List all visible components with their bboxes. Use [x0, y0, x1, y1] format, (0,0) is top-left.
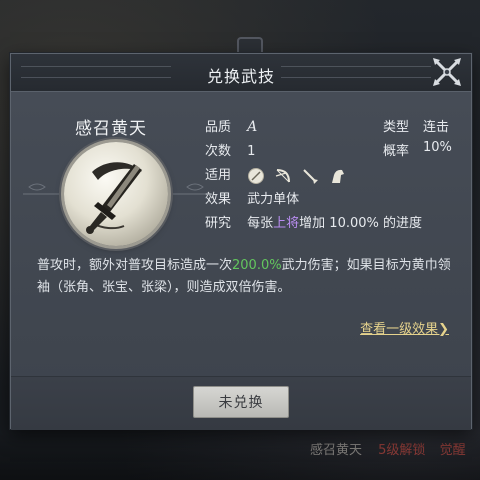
rate-value: 10% [423, 140, 452, 155]
spear-icon [301, 167, 319, 185]
effect-value: 武力单体 [247, 192, 300, 207]
effect-label: 效果 [205, 192, 232, 207]
count-label: 次数 [205, 144, 232, 159]
dialog-title: 兑换武技 [206, 67, 275, 86]
applies-row: 适用 [205, 164, 346, 185]
quality-value: A [247, 119, 258, 135]
rate-label: 概率 [383, 144, 410, 159]
exchange-button[interactable]: 未兑换 [193, 386, 289, 418]
close-button[interactable] [427, 52, 467, 92]
bow-icon [274, 167, 292, 185]
research-label: 研究 [205, 216, 232, 231]
horse-icon [328, 167, 346, 185]
view-level1-effect-link[interactable]: 查看一级效果❯ [360, 318, 449, 337]
exchange-skill-dialog: 兑换武技 感召黄天 品质 A 类型 连击 次数 1 概率 10% 适用 效果 武… [10, 52, 472, 430]
quality-label: 品质 [205, 120, 232, 135]
dialog-header: 兑换武技 [11, 54, 471, 92]
skill-name: 感召黄天 [75, 119, 147, 139]
applies-label: 适用 [205, 168, 232, 183]
count-row: 次数 1 概率 10% [205, 140, 452, 159]
applies-icons [247, 167, 346, 185]
quality-row: 品质 A 类型 连击 [205, 116, 449, 135]
description-part1: 普攻时，额外对普攻目标造成一次 [37, 258, 233, 273]
shield-icon [247, 167, 265, 185]
skill-emblem [64, 142, 168, 246]
background-awaken-text: 觉醒 [439, 443, 466, 458]
sword-emblem-icon [86, 162, 142, 234]
research-row: 研究 每张上将增加 10.00% 的进度 [205, 212, 423, 231]
type-label: 类型 [383, 120, 410, 135]
research-prefix: 每张 [247, 216, 274, 231]
background-unlock-text: 5级解锁 [378, 443, 426, 458]
research-suffix: 增加 10.00% 的进度 [299, 216, 423, 231]
description-highlight: 200.0% [232, 258, 282, 273]
crossed-swords-close-icon [433, 58, 461, 86]
count-value: 1 [247, 144, 256, 159]
research-highlight: 上将 [273, 216, 300, 231]
effect-row: 效果 武力单体 [205, 188, 300, 207]
type-value: 连击 [423, 120, 450, 135]
background-caption: 感召黄天 5级解锁 觉醒 [310, 439, 466, 458]
background-skill-name: 感召黄天 [310, 443, 363, 458]
skill-description: 普攻时，额外对普攻目标造成一次200.0%武力伤害；如果目标为黄巾领袖（张角、张… [37, 255, 457, 299]
